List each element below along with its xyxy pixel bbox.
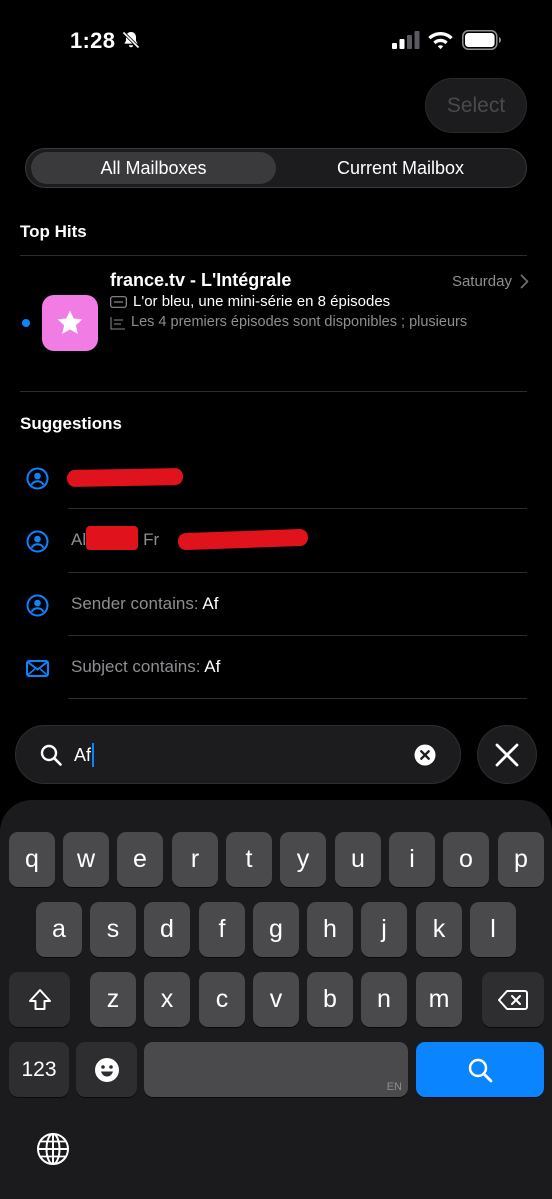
suggestion-contact-1[interactable]: [0, 446, 552, 509]
search-value: Af: [74, 744, 92, 765]
globe-icon[interactable]: [36, 1132, 70, 1166]
key-r[interactable]: r: [172, 832, 218, 887]
select-button[interactable]: Select: [425, 78, 527, 133]
redaction-mark: [177, 528, 309, 551]
message-sender: france.tv - L'Intégrale: [110, 270, 292, 290]
key-t[interactable]: t: [226, 832, 272, 887]
message-date: Saturday: [451, 273, 512, 290]
key-e[interactable]: e: [117, 832, 163, 887]
key-m[interactable]: m: [416, 972, 462, 1027]
key-q[interactable]: q: [9, 832, 55, 887]
tab-current-mailbox[interactable]: Current Mailbox: [278, 152, 523, 184]
redaction-mark: [66, 467, 184, 488]
key-j[interactable]: j: [361, 902, 407, 957]
key-y[interactable]: y: [280, 832, 326, 887]
key-emoji[interactable]: [76, 1042, 137, 1097]
message-subject: L'or bleu, une mini-série en 8 épisodes: [133, 293, 391, 310]
person-circle-icon: [26, 467, 49, 490]
divider: [68, 698, 527, 699]
tab-all-mailboxes[interactable]: All Mailboxes: [31, 152, 276, 184]
key-search[interactable]: [416, 1042, 544, 1097]
suggestion-middle: Fr: [143, 530, 160, 549]
clear-search-icon[interactable]: [414, 744, 436, 766]
shift-icon: [28, 988, 51, 1010]
wifi-icon: [428, 32, 453, 50]
key-o[interactable]: o: [443, 832, 489, 887]
message-body-icon: [110, 317, 125, 330]
key-p[interactable]: p: [498, 832, 544, 887]
emoji-icon: [94, 1057, 119, 1082]
suggestion-query: Af: [204, 657, 221, 676]
search-icon: [40, 744, 62, 766]
key-x[interactable]: x: [144, 972, 190, 1027]
cancel-search-button[interactable]: [477, 725, 537, 784]
key-shift[interactable]: [9, 972, 70, 1027]
person-circle-icon: [26, 594, 49, 617]
key-c[interactable]: c: [199, 972, 245, 1027]
chevron-right-icon: [520, 274, 529, 289]
suggestion-field: Subject contains:: [71, 657, 205, 676]
key-i[interactable]: i: [389, 832, 435, 887]
key-f[interactable]: f: [199, 902, 245, 957]
text-cursor: [92, 743, 95, 767]
suggestion-field: Sender contains:: [71, 594, 203, 613]
suggestion-prefix: Al: [71, 530, 87, 549]
search-input[interactable]: Af: [74, 742, 95, 768]
bell-slash-icon: [122, 31, 140, 49]
key-g[interactable]: g: [253, 902, 299, 957]
key-u[interactable]: u: [335, 832, 381, 887]
key-d[interactable]: d: [144, 902, 190, 957]
status-bar: 1:28: [0, 0, 552, 80]
suggestion-contact-2[interactable]: Al Fr: [0, 509, 552, 572]
key-z[interactable]: z: [90, 972, 136, 1027]
key-n[interactable]: n: [361, 972, 407, 1027]
suggestion-label: Subject contains: Af: [71, 657, 220, 677]
key-w[interactable]: w: [63, 832, 109, 887]
redaction-mark: [86, 526, 138, 550]
top-hits-header: Top Hits: [20, 222, 87, 241]
suggestions-header: Suggestions: [20, 414, 123, 433]
key-v[interactable]: v: [253, 972, 299, 1027]
search-field[interactable]: Af: [15, 725, 461, 784]
top-hit-message[interactable]: france.tv - L'Intégrale Saturday L'or bl…: [0, 256, 552, 390]
key-a[interactable]: a: [36, 902, 82, 957]
envelope-icon: [26, 660, 49, 677]
key-h[interactable]: h: [307, 902, 353, 957]
close-icon: [495, 743, 519, 766]
key-space[interactable]: EN: [144, 1042, 408, 1097]
sender-avatar: [42, 295, 98, 351]
message-preview: Les 4 premiers épisodes sont disponibles…: [131, 314, 468, 330]
delete-backspace-icon: [498, 989, 528, 1010]
status-time: 1:28: [70, 28, 116, 53]
unread-indicator: [22, 319, 30, 327]
key-l[interactable]: l: [470, 902, 516, 957]
divider: [20, 391, 527, 392]
key-k[interactable]: k: [416, 902, 462, 957]
keyboard-language: EN: [386, 1081, 402, 1093]
key-b[interactable]: b: [307, 972, 353, 1027]
person-circle-icon: [26, 530, 49, 553]
key-delete[interactable]: [482, 972, 544, 1027]
subject-icon: [110, 296, 127, 308]
search-icon: [468, 1058, 493, 1082]
battery-icon: [462, 30, 501, 50]
suggestion-sender-contains[interactable]: Sender contains: Af: [0, 573, 552, 636]
cellular-signal-icon: [392, 31, 420, 49]
star-icon: [57, 310, 83, 334]
suggestion-label: Sender contains: Af: [71, 594, 218, 614]
suggestion-query: Af: [202, 594, 219, 613]
suggestion-subject-contains[interactable]: Subject contains: Af: [0, 636, 552, 699]
key-numbers[interactable]: 123: [9, 1042, 69, 1097]
key-s[interactable]: s: [90, 902, 136, 957]
mailbox-scope-control: All Mailboxes Current Mailbox: [25, 148, 527, 188]
